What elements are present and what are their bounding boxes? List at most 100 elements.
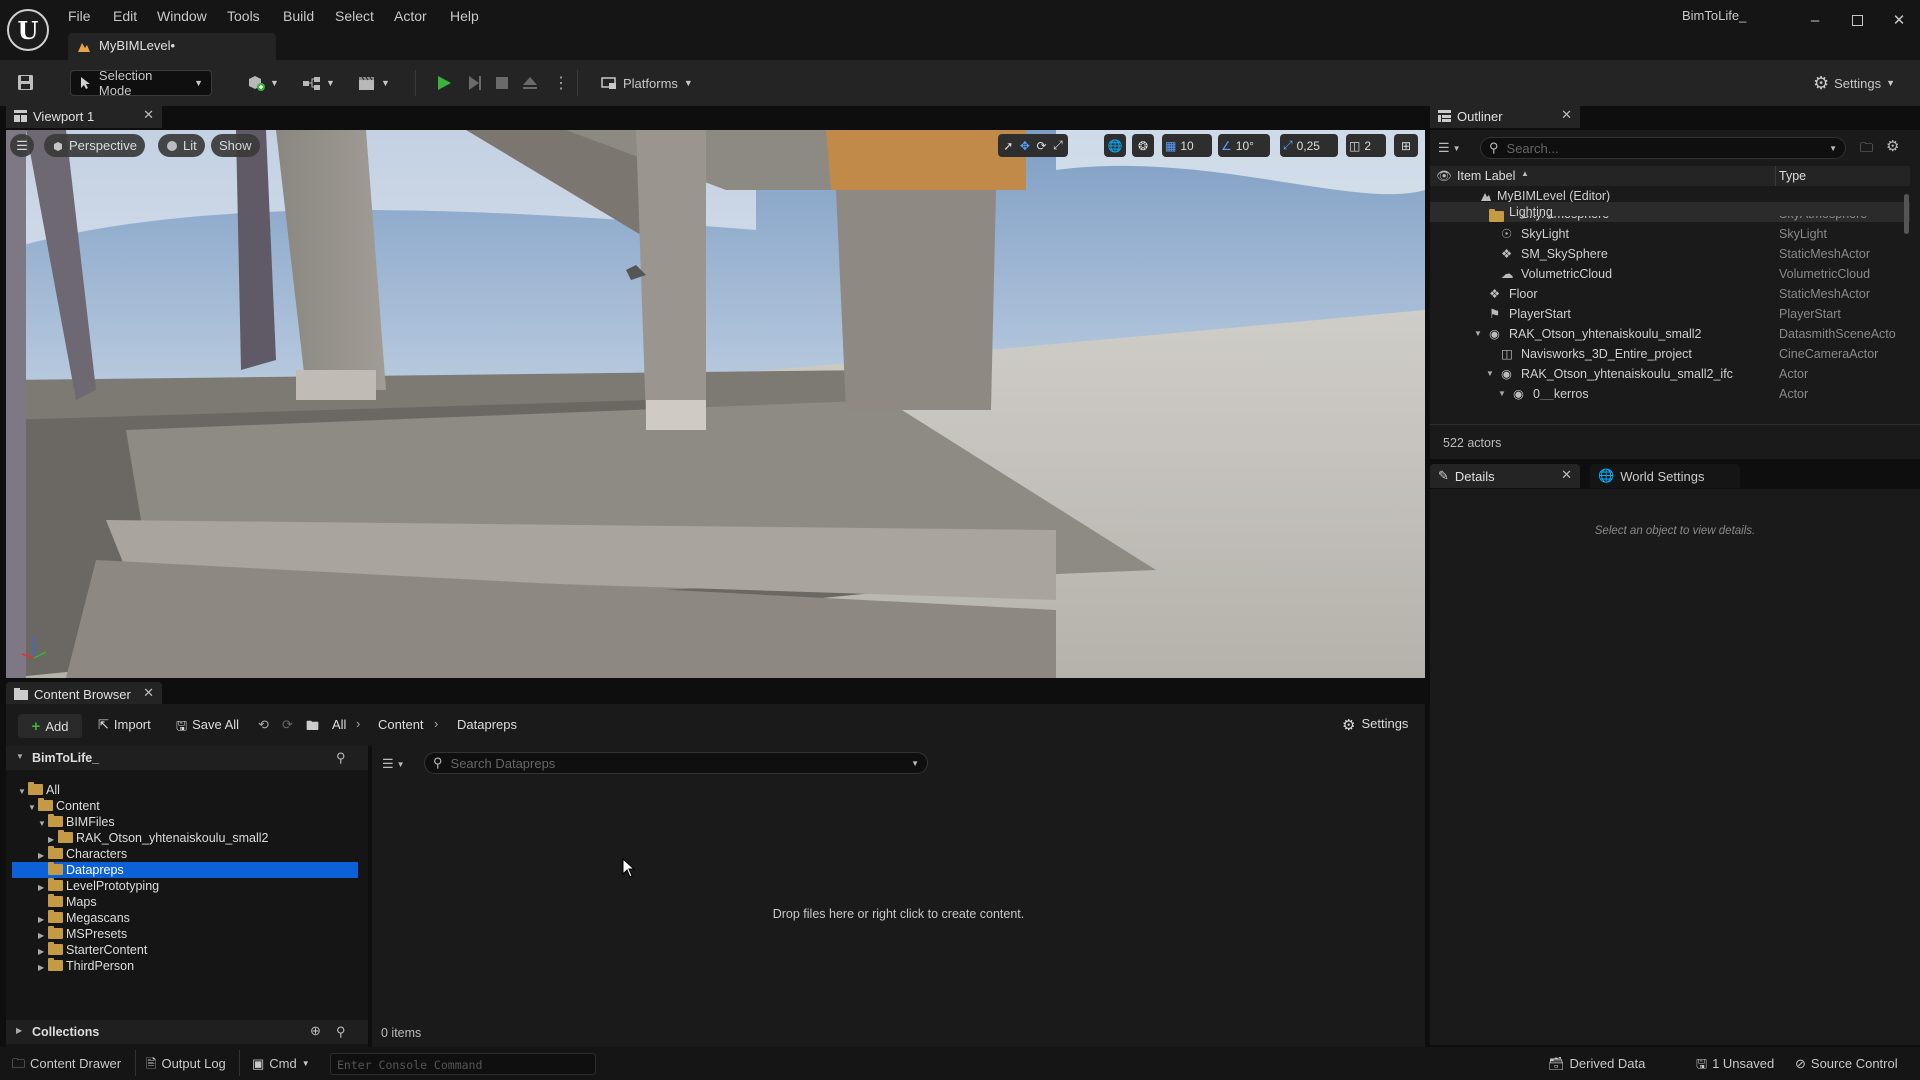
menu-tools[interactable]: Tools (227, 6, 260, 26)
save-all-button[interactable]: 🖫 Save All (176, 717, 239, 739)
outliner-row[interactable]: ◫ Navisworks_3D_Entire_project CineCamer… (1430, 344, 1910, 364)
add-actor-button[interactable]: ▼ (246, 70, 279, 96)
outliner-row[interactable]: ⚑ PlayerStart PlayerStart (1430, 304, 1910, 324)
platforms-dropdown[interactable]: Platforms ▼ (601, 70, 693, 96)
outliner-row[interactable]: ▼ ◉ 0__kerros Actor (1430, 384, 1910, 400)
outliner-filter-button[interactable]: ☰ ▼ (1438, 138, 1468, 158)
breadcrumb-content[interactable]: Content (378, 717, 424, 732)
tree-item-datapreps-selected[interactable]: Datapreps (12, 862, 358, 878)
expand-arrow-icon[interactable]: ▼ (1474, 324, 1482, 344)
maximize-button[interactable] (1839, 6, 1875, 34)
outliner-row[interactable]: ▼ ◉ RAK_Otson_yhtenaiskoulu_small2_ifc A… (1430, 364, 1910, 384)
tree-item-thirdperson[interactable]: ▶ ThirdPerson (38, 958, 388, 974)
unreal-logo-icon[interactable]: U (7, 9, 49, 51)
level-viewport[interactable] (6, 130, 1425, 678)
column-type[interactable]: Type (1779, 169, 1806, 183)
menu-window[interactable]: Window (157, 6, 207, 26)
level-tab[interactable]: MyBIMLevel• (68, 33, 276, 60)
outliner-row[interactable]: ☁ VolumetricCloud VolumetricCloud (1430, 264, 1910, 284)
menu-edit[interactable]: Edit (113, 6, 137, 26)
details-tab[interactable]: ✎ Details ✕ (1430, 464, 1580, 488)
tree-item-all[interactable]: ▼ All (18, 782, 368, 798)
blueprints-button[interactable]: ▼ (302, 70, 335, 96)
add-folder-icon[interactable]: 🗀 (1860, 139, 1873, 161)
save-level-button[interactable] (16, 70, 36, 96)
tree-item-startercontent[interactable]: ▶ StarterContent (38, 942, 388, 958)
outliner-scrollbar[interactable] (1904, 194, 1909, 234)
close-window-button[interactable]: ✕ (1881, 6, 1917, 34)
outliner-search-input[interactable]: ⚲ Search... ▼ (1480, 137, 1846, 159)
rotation-snap-toggle[interactable]: ∠ 10° (1218, 134, 1270, 157)
add-collection-icon[interactable]: ⊕ (310, 1023, 321, 1039)
menu-build[interactable]: Build (283, 6, 314, 26)
unsaved-button[interactable]: 🖫 1 Unsaved (1696, 1055, 1774, 1073)
tree-item-mspresets[interactable]: ▶ MSPresets (38, 926, 388, 942)
outliner-row[interactable]: ☉ SkyLight SkyLight (1430, 224, 1910, 244)
cinematics-button[interactable]: ▼ (357, 70, 390, 96)
search-icon[interactable]: ⚲ (336, 750, 346, 766)
splitter[interactable] (368, 746, 372, 1047)
breadcrumb-datapreps[interactable]: Datapreps (457, 717, 517, 732)
asset-filter-button[interactable]: ☰ ▼ (382, 754, 412, 774)
import-button[interactable]: ⇱ Import (98, 717, 151, 733)
grid-snap-toggle[interactable]: ▦ 10 (1162, 134, 1212, 157)
play-options-kebab-icon[interactable]: ⋮ (553, 70, 569, 96)
outliner-row-partial[interactable]: SkyAtmosphere SkyAtmosphere (1430, 216, 1910, 224)
lit-view-mode-button[interactable]: Lit (158, 134, 205, 157)
add-button[interactable]: + Add (18, 714, 82, 738)
menu-select[interactable]: Select (335, 6, 374, 26)
outliner-tab[interactable]: Outliner ✕ (1430, 104, 1580, 128)
expand-arrow-icon[interactable]: ▶ (16, 1026, 22, 1035)
camera-speed-button[interactable]: ◫ 2 (1346, 134, 1386, 157)
settings-dropdown[interactable]: ⚙ Settings ▼ (1813, 70, 1895, 96)
tree-item-megascans[interactable]: ▶ Megascans (38, 910, 388, 926)
rotate-tool-icon[interactable]: ⟳ (1036, 139, 1046, 153)
menu-file[interactable]: File (68, 6, 91, 26)
translate-tool-icon[interactable]: ✥ (1020, 139, 1030, 153)
menu-actor[interactable]: Actor (394, 6, 427, 26)
content-browser-tab[interactable]: Content Browser ✕ (6, 682, 162, 706)
eject-button[interactable] (522, 70, 538, 96)
asset-search-input[interactable]: ⚲ Search Datapreps ▼ (424, 752, 928, 774)
select-tool-icon[interactable]: ➚ (1003, 139, 1013, 153)
collapse-arrow-icon[interactable]: ▼ (16, 752, 24, 761)
selection-mode-dropdown[interactable]: Selection Mode ▼ (70, 68, 212, 98)
surface-snap-toggle[interactable]: ❂ (1132, 134, 1154, 157)
tree-item-rak-otson[interactable]: ▶ RAK_Otson_yhtenaiskoulu_small2 (48, 830, 398, 846)
close-icon[interactable]: ✕ (1561, 107, 1572, 123)
minimize-button[interactable]: – (1797, 6, 1833, 34)
history-back-icon[interactable]: ⟲ (258, 717, 269, 733)
output-log-button[interactable]: 🖹 Output Log (146, 1055, 226, 1073)
source-control-button[interactable]: ⊘ Source Control (1795, 1055, 1898, 1073)
content-settings-button[interactable]: ⚙ Settings (1342, 716, 1408, 734)
history-forward-icon[interactable]: ⟳ (282, 717, 293, 733)
world-local-toggle[interactable]: 🌐 (1104, 134, 1126, 157)
column-item-label[interactable]: Item Label (1457, 169, 1515, 183)
console-command-input[interactable]: Enter Console Command (330, 1053, 596, 1075)
close-icon[interactable]: ✕ (143, 685, 154, 701)
viewport-tab[interactable]: Viewport 1 ✕ (6, 104, 162, 128)
viewport-layout-button[interactable]: ⊞ (1394, 134, 1418, 157)
menu-help[interactable]: Help (450, 6, 479, 26)
viewport-options-button[interactable]: ☰ (10, 134, 34, 157)
search-icon[interactable]: ⚲ (336, 1024, 346, 1040)
outliner-settings-gear-icon[interactable]: ⚙ (1886, 137, 1899, 155)
stop-button[interactable] (494, 70, 510, 96)
content-drawer-button[interactable]: 🗀 Content Drawer (12, 1055, 121, 1073)
collections-header[interactable]: ▶ Collections ⊕ ⚲ (6, 1020, 368, 1044)
tree-item-levelprototyping[interactable]: ▶ LevelPrototyping (38, 878, 388, 894)
tree-item-maps[interactable]: Maps (38, 894, 388, 910)
tree-item-characters[interactable]: ▶ Characters (38, 846, 388, 862)
scale-snap-toggle[interactable]: ⤢ 0,25 (1280, 134, 1338, 157)
advance-frame-button[interactable] (466, 70, 484, 96)
outliner-row[interactable]: ❖ SM_SkySphere StaticMeshActor (1430, 244, 1910, 264)
perspective-button[interactable]: Perspective (44, 134, 145, 157)
play-button[interactable] (435, 70, 453, 96)
close-icon[interactable]: ✕ (143, 107, 154, 123)
breadcrumb-all[interactable]: All (332, 717, 346, 732)
close-icon[interactable]: ✕ (1561, 467, 1572, 483)
expand-arrow-icon[interactable]: ▼ (1498, 384, 1506, 400)
tree-item-content[interactable]: ▼ Content (28, 798, 378, 814)
visibility-eye-icon[interactable]: 👁 (1436, 169, 1452, 184)
derived-data-button[interactable]: 🗃 Derived Data (1548, 1055, 1645, 1073)
